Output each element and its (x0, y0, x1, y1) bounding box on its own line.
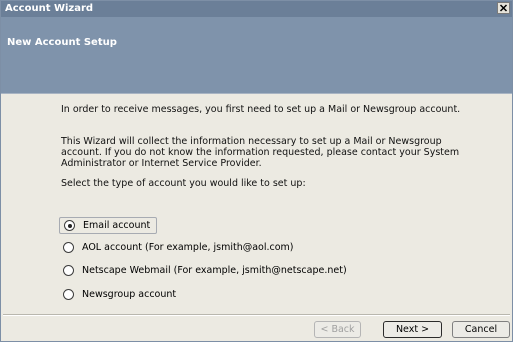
info-paragraph: This Wizard will collect the information… (61, 136, 460, 169)
intro-paragraph: In order to receive messages, you first … (61, 104, 461, 115)
title-bar: Account Wizard (1, 1, 512, 17)
radio-button-checked[interactable] (64, 220, 75, 231)
window-title: Account Wizard (5, 3, 94, 14)
wizard-content: In order to receive messages, you first … (1, 94, 512, 308)
radio-netscape-webmail[interactable]: Netscape Webmail (For example, jsmith@ne… (59, 262, 353, 279)
back-button[interactable]: < Back (314, 321, 361, 338)
cancel-button[interactable]: Cancel (452, 321, 510, 338)
radio-label-email: Email account (83, 220, 151, 231)
next-button[interactable]: Next > (383, 321, 442, 338)
page-heading: New Account Setup (7, 37, 117, 48)
close-icon (499, 4, 508, 12)
footer-separator (3, 314, 510, 316)
radio-button[interactable] (63, 265, 74, 276)
radio-button[interactable] (63, 242, 74, 253)
radio-label-aol: AOL account (For example, jsmith@aol.com… (82, 242, 294, 253)
radio-label-netscape: Netscape Webmail (For example, jsmith@ne… (82, 265, 347, 276)
radio-newsgroup-account[interactable]: Newsgroup account (59, 286, 182, 303)
radio-email-account[interactable]: Email account (59, 217, 158, 234)
close-button[interactable] (497, 2, 510, 14)
select-prompt: Select the type of account you would lik… (61, 178, 306, 189)
radio-aol-account[interactable]: AOL account (For example, jsmith@aol.com… (59, 239, 300, 256)
radio-label-newsgroup: Newsgroup account (82, 289, 177, 300)
account-wizard-window: Account Wizard New Account Setup In orde… (0, 0, 513, 342)
radio-button[interactable] (63, 289, 74, 300)
wizard-header: New Account Setup (1, 17, 512, 94)
